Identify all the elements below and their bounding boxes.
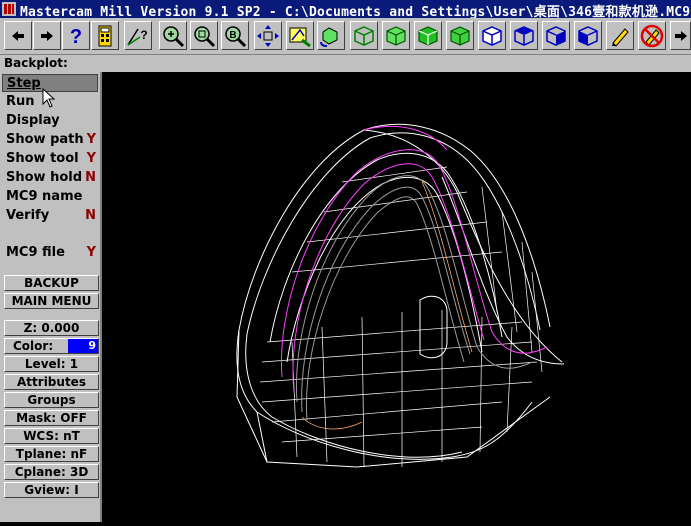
menu-item-label: MC9 name: [6, 189, 83, 204]
menu-item-show-hold[interactable]: Show hold N: [2, 169, 98, 187]
back-arrow-icon[interactable]: [4, 21, 32, 50]
title-bar: Mastercam Mill Version 9.1 SP2 - C:\Docu…: [0, 0, 691, 18]
groups-button[interactable]: Groups: [4, 392, 99, 408]
menu-item-label: Display: [6, 113, 60, 128]
rotate-icon[interactable]: [317, 21, 345, 50]
menu-item-label: Show path: [6, 132, 84, 147]
app-icon: [2, 2, 16, 16]
color-button[interactable]: Color: 9: [4, 338, 99, 354]
menu-item-label: Verify: [6, 208, 50, 223]
outer-arch: [238, 123, 551, 331]
pan-icon[interactable]: [254, 21, 282, 50]
menu-item-label: Show tool: [6, 151, 79, 166]
menu-item-mc9-name[interactable]: MC9 name: [2, 188, 98, 206]
grid-vertical-right: [481, 186, 543, 373]
grid-lines: [259, 166, 538, 468]
menu-item-flag: Y: [86, 151, 96, 166]
menu-item-flag: Y: [86, 245, 96, 260]
next-page-icon[interactable]: [670, 21, 691, 50]
menu-item-flag: N: [85, 170, 96, 185]
menu-item-show-tool[interactable]: Show tool Y: [2, 150, 98, 168]
menu-item-label: Run: [6, 94, 35, 109]
color-label: Color:: [13, 339, 54, 353]
prompt-label: Backplot:: [0, 55, 691, 72]
backup-button[interactable]: BACKUP: [4, 275, 99, 291]
help-icon[interactable]: ?: [62, 21, 90, 50]
screen-icon[interactable]: [286, 21, 314, 50]
z-depth-button[interactable]: Z: 0.000: [4, 320, 99, 336]
svg-text:B: B: [229, 30, 236, 41]
unzoom-icon[interactable]: [190, 21, 218, 50]
view-top-icon[interactable]: [414, 21, 442, 50]
cube-top-icon[interactable]: [510, 21, 538, 50]
toolpath-magenta: [280, 149, 548, 378]
attributes-button[interactable]: Attributes: [4, 374, 99, 390]
toolpath-magenta-3: [363, 126, 448, 151]
analyze-icon[interactable]: ?: [124, 21, 152, 50]
mouse-cursor-icon: [42, 88, 56, 108]
view-front-icon[interactable]: [382, 21, 410, 50]
svg-text:?: ?: [70, 26, 82, 46]
base-front-2: [245, 333, 463, 458]
graphics-viewport[interactable]: [102, 72, 691, 522]
toolpath-gray: [295, 175, 533, 403]
menu-item-flag: N: [85, 208, 96, 223]
menu-item-label: Step: [7, 76, 41, 91]
menu-panel: Step Run Display Show path Y Show tool Y…: [0, 72, 102, 522]
window-title: Mastercam Mill Version 9.1 SP2 - C:\Docu…: [20, 5, 691, 18]
wireframe-model: [236, 123, 565, 468]
menu-item-label: MC9 file: [6, 245, 65, 260]
menu-item-display[interactable]: Display: [2, 112, 98, 130]
no-delete-icon[interactable]: [638, 21, 666, 50]
zoom-box-icon[interactable]: B: [221, 21, 249, 50]
menu-item-mc9-file[interactable]: MC9 file Y: [2, 244, 98, 262]
menu-item-label: Show hold: [6, 170, 83, 185]
menu-item-flag: Y: [86, 132, 96, 147]
color-swatch: 9: [68, 339, 98, 353]
view-iso-icon[interactable]: [350, 21, 378, 50]
toolbar: ? ? B: [0, 18, 691, 55]
base-edge-left: [236, 329, 268, 463]
base-front: [236, 329, 533, 460]
pencil-icon[interactable]: [606, 21, 634, 50]
calculator-icon[interactable]: [91, 21, 119, 50]
forward-arrow-icon[interactable]: [33, 21, 61, 50]
right-profile-2: [441, 176, 565, 365]
cube-right-icon[interactable]: [542, 21, 570, 50]
mask-button[interactable]: Mask: OFF: [4, 410, 99, 426]
cube-front-icon[interactable]: [574, 21, 602, 50]
tplane-button[interactable]: Tplane: nF: [4, 446, 99, 462]
cube-iso-icon[interactable]: [478, 21, 506, 50]
right-profile: [363, 129, 563, 363]
menu-item-verify[interactable]: Verify N: [2, 207, 98, 225]
level-button[interactable]: Level: 1: [4, 356, 99, 372]
menu-item-show-path[interactable]: Show path Y: [2, 131, 98, 149]
view-side-icon[interactable]: [446, 21, 474, 50]
gview-button[interactable]: Gview: I: [4, 482, 99, 498]
main-menu-button[interactable]: MAIN MENU: [4, 293, 99, 309]
cplane-button[interactable]: Cplane: 3D: [4, 464, 99, 480]
zoom-icon[interactable]: [159, 21, 187, 50]
svg-text:?: ?: [140, 28, 147, 42]
wcs-button[interactable]: WCS: nT: [4, 428, 99, 444]
